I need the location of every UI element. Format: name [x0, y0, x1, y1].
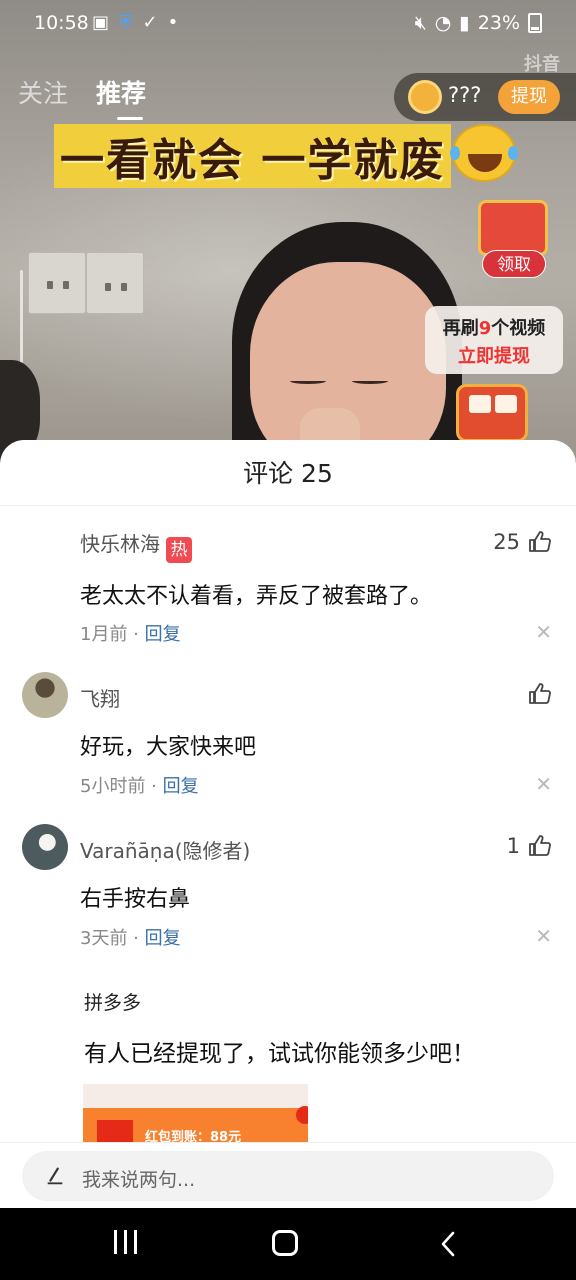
thumbs-up-icon: [529, 835, 551, 856]
tab-following[interactable]: 关注: [18, 74, 68, 110]
like-button[interactable]: 25: [493, 530, 552, 554]
laughing-emoji-icon: [450, 124, 518, 182]
ad-badge: [296, 1106, 308, 1124]
comment-author[interactable]: Varañāṇa(隐修者): [80, 835, 250, 864]
system-navigation-bar: [0, 1208, 576, 1280]
back-icon[interactable]: [438, 1230, 458, 1258]
comment-text: 好玩，大家快来吧: [80, 735, 257, 760]
tab-recommended[interactable]: 推荐: [96, 74, 146, 110]
like-count: 25: [493, 530, 520, 554]
comment-author[interactable]: 快乐林海热: [80, 528, 192, 563]
comment-input-bar: 我来说两句...: [0, 1142, 576, 1208]
comments-title: 评论 25: [0, 440, 576, 506]
status-time: 10:58: [34, 12, 89, 34]
comments-sheet: 评论 25 快乐林海热 25 老太太不认着看，弄反了被套路了。 1月前 · 回复…: [0, 440, 576, 1210]
mute-icon: 🔇︎: [414, 12, 427, 34]
like-button[interactable]: [520, 682, 552, 706]
home-icon[interactable]: [272, 1230, 298, 1256]
close-icon[interactable]: ✕: [535, 620, 552, 644]
top-tabs: 关注 推荐: [18, 74, 146, 110]
status-icons: ▣ ⛨ ✓ •: [92, 12, 178, 33]
like-button[interactable]: 1: [507, 834, 552, 858]
eye: [352, 378, 388, 384]
avatar[interactable]: [22, 824, 68, 870]
battery-level: 23%: [477, 12, 520, 34]
eye: [290, 378, 326, 384]
reply-link[interactable]: 回复: [145, 624, 181, 645]
comment-meta: 5小时前 · 回复: [80, 776, 199, 797]
promo-cta: 立即提现: [458, 346, 530, 367]
claim-button[interactable]: 领取: [482, 250, 546, 278]
comment-text: 右手按右鼻: [80, 887, 191, 912]
wifi-icon: ◔: [434, 12, 452, 34]
reply-link[interactable]: 回复: [145, 928, 181, 949]
avatar[interactable]: [22, 672, 68, 718]
thumbs-up-icon: [529, 683, 551, 704]
promo-bubble[interactable]: 再刷9个视频 立即提现: [425, 306, 563, 374]
promo-line: 再刷9个视频: [442, 318, 546, 339]
dot-icon: •: [167, 12, 179, 33]
status-bar: 10:58 ▣ ⛨ ✓ • 🔇︎ ◔ ▮ 23%: [0, 0, 576, 46]
close-icon[interactable]: ✕: [535, 924, 552, 948]
shield-icon: ⛨: [119, 12, 133, 33]
gift-box-icon[interactable]: [456, 384, 528, 442]
active-tab-indicator: [117, 117, 143, 120]
comment-input[interactable]: 我来说两句...: [22, 1151, 554, 1201]
recents-icon[interactable]: [112, 1230, 138, 1258]
thumbs-up-icon: [529, 531, 551, 552]
comment-meta: 3天前 · 回复: [80, 928, 181, 949]
signal-icon: ▮: [459, 12, 470, 34]
video-caption: 一看就会 一学就废: [54, 124, 452, 188]
ad-thumbnail: [97, 1120, 133, 1144]
treasure-chest-icon[interactable]: [478, 200, 548, 256]
ad-text[interactable]: 有人已经提现了，试试你能领多少吧！: [84, 1034, 475, 1068]
coin-widget[interactable]: ??? 提现: [394, 73, 576, 121]
withdraw-button[interactable]: 提现: [498, 80, 560, 114]
wall-outlet: [86, 252, 144, 314]
coin-icon: [408, 80, 442, 114]
ad-brand[interactable]: 拼多多: [84, 988, 141, 1015]
close-icon[interactable]: ✕: [535, 772, 552, 796]
like-count: 1: [506, 834, 520, 858]
pencil-icon: [47, 1167, 63, 1185]
status-right: 🔇︎ ◔ ▮ 23%: [415, 12, 542, 34]
coin-amount: ???: [448, 83, 482, 107]
gallery-icon: ▣: [92, 12, 110, 33]
ad-image[interactable]: 红包到账：88元: [83, 1084, 308, 1144]
reply-link[interactable]: 回复: [163, 776, 199, 797]
comment-text: 老太太不认着看，弄反了被套路了。: [80, 584, 433, 609]
battery-icon: [528, 13, 542, 33]
check-icon: ✓: [142, 12, 158, 33]
hot-badge: 热: [166, 537, 192, 563]
comment-input-placeholder: 我来说两句...: [82, 1169, 196, 1191]
comment-meta: 1月前 · 回复: [80, 624, 181, 645]
wall-outlet: [28, 252, 86, 314]
comment-author[interactable]: 飞翔: [80, 683, 120, 712]
